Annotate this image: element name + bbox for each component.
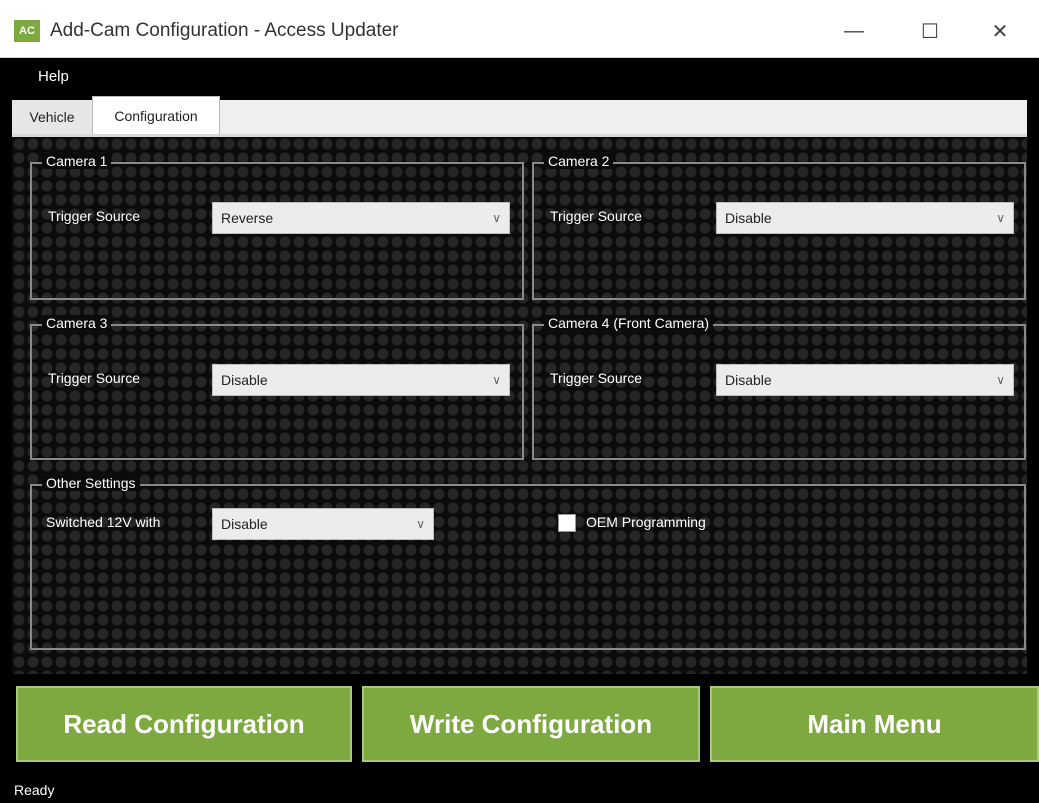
title-bar: AC Add-Cam Configuration - Access Update…	[0, 0, 1039, 58]
other-settings-group: Other Settings Switched 12V with Disable…	[30, 475, 1026, 650]
read-configuration-button[interactable]: Read Configuration	[16, 686, 352, 762]
minimize-button[interactable]: —	[834, 14, 874, 48]
tab-configuration[interactable]: Configuration	[92, 96, 220, 134]
status-text: Ready	[14, 782, 55, 798]
camera-2-trigger-label: Trigger Source	[550, 208, 643, 224]
configuration-panel: Camera 1 Trigger Source Reverse ∨ Camera…	[12, 134, 1027, 674]
camera-3-trigger-label: Trigger Source	[48, 370, 141, 386]
close-button[interactable]: ✕	[980, 14, 1020, 48]
footer: Read Configuration Write Configuration M…	[0, 674, 1039, 803]
tab-strip: Vehicle Configuration	[12, 96, 1027, 134]
tab-vehicle[interactable]: Vehicle	[12, 100, 92, 134]
chevron-down-icon: ∨	[416, 517, 425, 531]
write-configuration-button[interactable]: Write Configuration	[362, 686, 700, 762]
switched-12v-select[interactable]: Disable ∨	[212, 508, 434, 540]
camera-3-trigger-value: Disable	[221, 372, 268, 388]
maximize-button[interactable]: ☐	[910, 14, 950, 48]
menu-help[interactable]: Help	[34, 66, 73, 87]
camera-4-trigger-label: Trigger Source	[550, 370, 643, 386]
app-icon: AC	[14, 20, 40, 42]
camera-4-group: Camera 4 (Front Camera) Trigger Source D…	[532, 315, 1026, 460]
camera-3-trigger-select[interactable]: Disable ∨	[212, 364, 510, 396]
camera-1-trigger-label: Trigger Source	[48, 208, 141, 224]
chevron-down-icon: ∨	[492, 373, 501, 387]
camera-1-trigger-select[interactable]: Reverse ∨	[212, 202, 510, 234]
camera-2-legend: Camera 2	[544, 153, 614, 169]
camera-1-legend: Camera 1	[42, 153, 112, 169]
camera-1-group: Camera 1 Trigger Source Reverse ∨	[30, 153, 524, 300]
main-menu-button[interactable]: Main Menu	[710, 686, 1039, 762]
oem-programming-label: OEM Programming	[586, 514, 706, 530]
oem-programming-checkbox[interactable]	[558, 514, 576, 532]
switched-12v-value: Disable	[221, 516, 268, 532]
camera-2-trigger-select[interactable]: Disable ∨	[716, 202, 1014, 234]
switched-12v-label: Switched 12V with	[46, 514, 161, 530]
camera-4-trigger-value: Disable	[725, 372, 772, 388]
chevron-down-icon: ∨	[996, 211, 1005, 225]
other-settings-legend: Other Settings	[42, 475, 140, 491]
chevron-down-icon: ∨	[996, 373, 1005, 387]
camera-3-legend: Camera 3	[42, 315, 112, 331]
camera-4-legend: Camera 4 (Front Camera)	[544, 315, 714, 331]
camera-2-group: Camera 2 Trigger Source Disable ∨	[532, 153, 1026, 300]
camera-1-trigger-value: Reverse	[221, 210, 274, 226]
camera-2-trigger-value: Disable	[725, 210, 772, 226]
menu-bar: Help	[0, 58, 1039, 98]
camera-3-group: Camera 3 Trigger Source Disable ∨	[30, 315, 524, 460]
camera-4-trigger-select[interactable]: Disable ∨	[716, 364, 1014, 396]
chevron-down-icon: ∨	[492, 211, 501, 225]
window-title: Add-Cam Configuration - Access Updater	[50, 20, 399, 41]
